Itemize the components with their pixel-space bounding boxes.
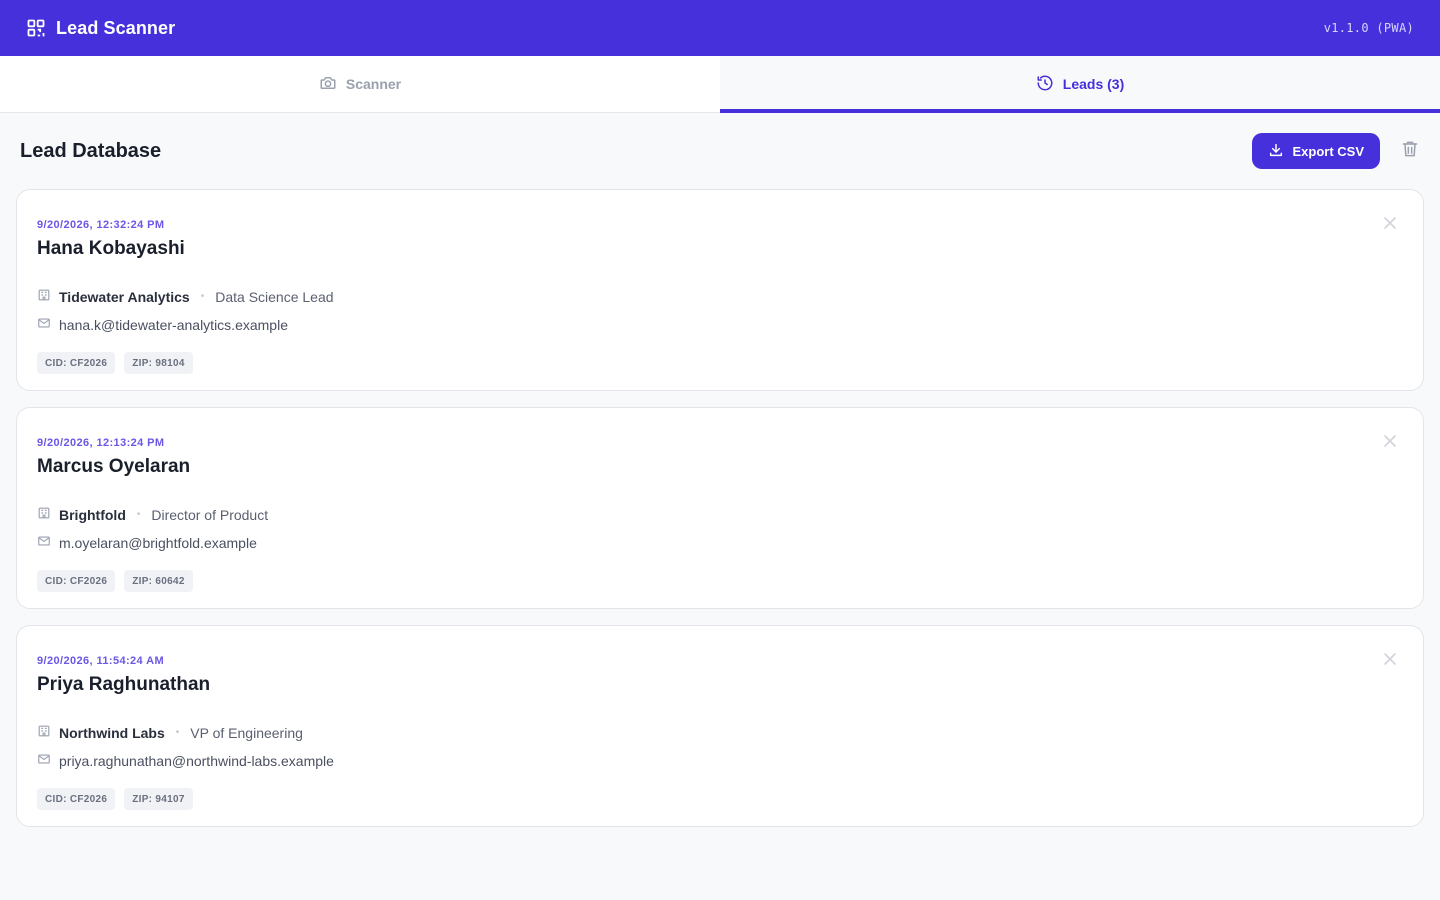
export-csv-label: Export CSV — [1292, 143, 1364, 159]
lead-email: hana.k@tidewater-analytics.example — [59, 317, 288, 333]
app-header: Lead Scanner v1.1.0 (PWA) — [0, 0, 1440, 56]
lead-list: 9/20/2026, 12:32:24 PM Hana Kobayashi Ti… — [16, 189, 1424, 843]
zip-badge: ZIP: 60642 — [124, 570, 193, 592]
lead-role: VP of Engineering — [190, 725, 303, 741]
tab-leads[interactable]: Leads (3) — [720, 56, 1440, 113]
lead-timestamp: 9/20/2026, 12:32:24 PM — [37, 219, 165, 231]
version-label: v1.1.0 (PWA) — [1323, 21, 1414, 35]
lead-tags: CID: CF2026 ZIP: 60642 — [37, 570, 1403, 592]
lead-name: Priya Raghunathan — [37, 674, 211, 695]
app-title: Lead Scanner — [56, 17, 176, 38]
lead-role: Director of Product — [151, 507, 269, 523]
tab-bar: Scanner Leads (3) — [0, 56, 1440, 113]
lead-role: Data Science Lead — [215, 289, 334, 305]
separator-dot: • — [136, 509, 141, 520]
mail-icon — [37, 316, 51, 334]
lead-email: priya.raghunathan@northwind-labs.example — [59, 753, 334, 769]
cid-badge: CID: CF2026 — [37, 570, 116, 592]
building-icon — [37, 506, 51, 524]
lead-card: 9/20/2026, 11:54:24 AM Priya Raghunathan… — [16, 625, 1424, 827]
building-icon — [37, 288, 51, 306]
export-csv-button[interactable]: Export CSV — [1252, 133, 1380, 169]
lead-company: Northwind Labs — [59, 725, 165, 741]
mail-icon — [37, 534, 51, 552]
qr-code-icon — [26, 18, 46, 38]
lead-name: Hana Kobayashi — [37, 238, 185, 259]
camera-icon — [319, 74, 337, 95]
tab-leads-label: Leads (3) — [1062, 76, 1125, 92]
lead-timestamp: 9/20/2026, 12:13:24 PM — [37, 437, 165, 449]
cid-badge: CID: CF2026 — [37, 788, 116, 810]
lead-email-row: m.oyelaran@brightfold.example — [37, 534, 1403, 552]
page-title: Lead Database — [20, 139, 162, 162]
zip-badge: ZIP: 94107 — [124, 788, 193, 810]
lead-company: Brightfold — [59, 507, 126, 523]
lead-card: 9/20/2026, 12:13:24 PM Marcus Oyelaran B… — [16, 407, 1424, 609]
clear-all-button[interactable] — [1400, 141, 1420, 161]
lead-name: Marcus Oyelaran — [37, 456, 191, 477]
cid-badge: CID: CF2026 — [37, 352, 116, 374]
tab-scanner[interactable]: Scanner — [0, 56, 720, 112]
close-icon — [1383, 435, 1397, 452]
close-icon — [1383, 217, 1397, 234]
lead-card: 9/20/2026, 12:32:24 PM Hana Kobayashi Ti… — [16, 189, 1424, 391]
lead-email-row: priya.raghunathan@northwind-labs.example — [37, 752, 1403, 770]
lead-tags: CID: CF2026 ZIP: 94107 — [37, 788, 1403, 810]
lead-company: Tidewater Analytics — [59, 289, 190, 305]
zip-badge: ZIP: 98104 — [124, 352, 193, 374]
delete-lead-button[interactable] — [1383, 216, 1397, 230]
download-icon — [1268, 142, 1284, 161]
lead-email-row: hana.k@tidewater-analytics.example — [37, 316, 1403, 334]
delete-lead-button[interactable] — [1383, 434, 1397, 448]
lead-tags: CID: CF2026 ZIP: 98104 — [37, 352, 1403, 374]
header-actions: Export CSV — [1252, 133, 1420, 169]
lead-timestamp: 9/20/2026, 11:54:24 AM — [37, 655, 165, 667]
separator-dot: • — [200, 291, 205, 302]
building-icon — [37, 724, 51, 742]
history-icon — [1036, 74, 1054, 95]
tab-scanner-label: Scanner — [345, 76, 402, 92]
lead-company-row: Northwind Labs • VP of Engineering — [37, 724, 1403, 742]
lead-company-row: Brightfold • Director of Product — [37, 506, 1403, 524]
trash-icon — [1400, 139, 1420, 164]
mail-icon — [37, 752, 51, 770]
brand: Lead Scanner — [26, 18, 175, 39]
delete-lead-button[interactable] — [1383, 652, 1397, 666]
lead-email: m.oyelaran@brightfold.example — [59, 535, 257, 551]
lead-company-row: Tidewater Analytics • Data Science Lead — [37, 288, 1403, 306]
page-header: Lead Database Export CSV — [20, 133, 1420, 169]
close-icon — [1383, 653, 1397, 670]
separator-dot: • — [175, 727, 180, 738]
